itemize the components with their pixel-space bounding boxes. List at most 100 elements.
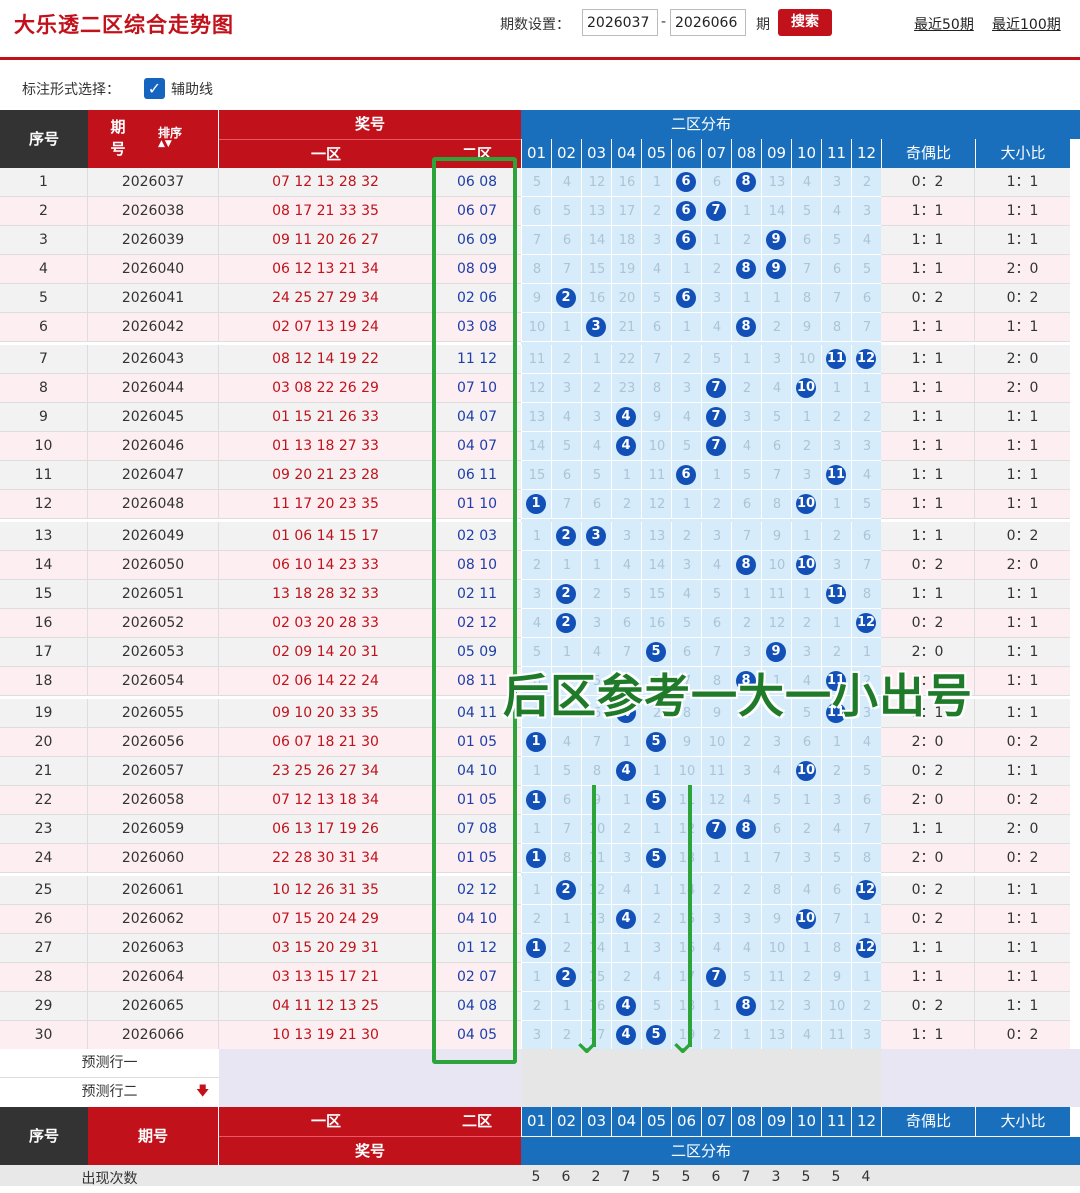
dist-cell: 2 bbox=[521, 551, 551, 580]
dist-cell: 4 bbox=[791, 876, 821, 905]
table-row: 12 2026048 11 17 20 23 35 01 10 1 7 6 2 12 1 2 6 8 10… bbox=[0, 490, 1080, 519]
arrow-head-left-icon: ⌄ bbox=[570, 1017, 604, 1063]
dist-cell: 1 bbox=[701, 461, 731, 490]
miss-count: 13 bbox=[528, 410, 546, 425]
dist-cell: 3 bbox=[731, 757, 761, 786]
dist-cell: 7 bbox=[701, 432, 731, 461]
miss-count: 2 bbox=[712, 1028, 722, 1043]
dist-cell: 1 bbox=[821, 609, 851, 638]
miss-count: 1 bbox=[832, 381, 842, 396]
miss-count: 7 bbox=[592, 735, 602, 750]
row-zone1-numbers: 01 06 14 15 17 bbox=[219, 522, 433, 551]
miss-count: 14 bbox=[588, 941, 606, 956]
miss-count: 4 bbox=[682, 587, 692, 602]
miss-count: 8 bbox=[802, 291, 812, 306]
miss-count: 4 bbox=[862, 735, 872, 750]
footer-dist-col-header: 08 bbox=[731, 1107, 761, 1136]
miss-count: 3 bbox=[682, 381, 692, 396]
miss-count: 8 bbox=[832, 320, 842, 335]
miss-count: 5 bbox=[652, 291, 662, 306]
dist-cell: 1 bbox=[521, 815, 551, 844]
row-seq: 19 bbox=[0, 699, 88, 728]
period-to-input[interactable] bbox=[670, 9, 746, 36]
row-big-small: 1：1 bbox=[975, 313, 1070, 342]
row-period: 2026047 bbox=[88, 461, 219, 490]
odd-even-header: 奇偶比 bbox=[881, 139, 975, 168]
dist-cell: 10 bbox=[791, 905, 821, 934]
aux-line-checkbox[interactable]: ✓ bbox=[144, 78, 165, 99]
miss-count: 21 bbox=[618, 320, 636, 335]
dist-cell: 12 bbox=[581, 168, 611, 197]
row-period: 2026043 bbox=[88, 345, 219, 374]
row-period: 2026064 bbox=[88, 963, 219, 992]
row-odd-even: 1：1 bbox=[881, 815, 975, 844]
dist-cell: 1 bbox=[791, 934, 821, 963]
dist-cell: 1 bbox=[611, 728, 641, 757]
row-zone1-numbers: 08 12 14 19 22 bbox=[219, 345, 433, 374]
dist-cell: 11 bbox=[671, 786, 701, 815]
row-odd-even: 1：1 bbox=[881, 374, 975, 403]
dist-cell: 7 bbox=[581, 728, 611, 757]
dist-cell: 4 bbox=[551, 403, 581, 432]
row-odd-even: 0：2 bbox=[881, 168, 975, 197]
dist-cell: 2 bbox=[791, 963, 821, 992]
dist-cell: 3 bbox=[581, 522, 611, 551]
period-from-input[interactable] bbox=[582, 9, 658, 36]
miss-count: 7 bbox=[862, 822, 872, 837]
dist-cell: 2 bbox=[851, 992, 881, 1021]
dist-cell: 8 bbox=[761, 876, 791, 905]
footer-zone2-header: 二区 bbox=[433, 1107, 521, 1136]
dist-cell: 3 bbox=[701, 905, 731, 934]
miss-count: 9 bbox=[772, 912, 782, 927]
miss-count: 6 bbox=[562, 233, 572, 248]
miss-count: 1 bbox=[652, 175, 662, 190]
table-row: 8 2026044 03 08 22 26 29 07 10 12 3 2 23 8 3 7 2 4 10… bbox=[0, 374, 1080, 403]
miss-count: 9 bbox=[532, 291, 542, 306]
hit-ball: 7 bbox=[706, 407, 726, 427]
table-row: 13 2026049 01 06 14 15 17 02 03 1 2 3 3 13 2 3 7 9 1 2… bbox=[0, 522, 1080, 551]
dist-cell: 2 bbox=[791, 609, 821, 638]
dist-cell: 18 bbox=[611, 226, 641, 255]
arrow-down-icon[interactable]: 🡇 bbox=[196, 1082, 209, 1104]
miss-count: 5 bbox=[862, 764, 872, 779]
dist-cell: 6 bbox=[521, 197, 551, 226]
overlay-annotation: 后区参考一大一小出号 bbox=[503, 669, 973, 723]
footer-dist-col-header: 12 bbox=[851, 1107, 881, 1136]
hit-ball: 3 bbox=[586, 317, 606, 337]
miss-count: 3 bbox=[772, 735, 782, 750]
dist-cell: 1 bbox=[641, 815, 671, 844]
sort-arrows-icon[interactable]: ▲▼ bbox=[158, 139, 172, 149]
dist-cell: 9 bbox=[671, 728, 701, 757]
dist-cell: 6 bbox=[611, 609, 641, 638]
row-odd-even: 0：2 bbox=[881, 551, 975, 580]
dist-cell: 1 bbox=[581, 345, 611, 374]
recent-100-link[interactable]: 最近100期 bbox=[992, 14, 1061, 34]
search-button[interactable]: 搜索 bbox=[778, 9, 832, 36]
dist-cell: 4 bbox=[611, 432, 641, 461]
dist-cell: 9 bbox=[761, 905, 791, 934]
row-period: 2026048 bbox=[88, 490, 219, 519]
miss-count: 1 bbox=[592, 352, 602, 367]
dist-cell: 4 bbox=[611, 403, 641, 432]
row-big-small: 0：2 bbox=[975, 284, 1070, 313]
recent-50-link[interactable]: 最近50期 bbox=[914, 14, 974, 34]
miss-count: 15 bbox=[588, 262, 606, 277]
row-zone1-numbers: 02 03 20 28 33 bbox=[219, 609, 433, 638]
row-big-small: 1：1 bbox=[975, 934, 1070, 963]
dist-cell: 3 bbox=[731, 403, 761, 432]
row-zone1-numbers: 11 17 20 23 35 bbox=[219, 490, 433, 519]
row-zone1-numbers: 03 15 20 29 31 bbox=[219, 934, 433, 963]
row-odd-even: 1：1 bbox=[881, 255, 975, 284]
dist-cell: 11 bbox=[521, 345, 551, 374]
miss-count: 14 bbox=[678, 883, 696, 898]
dist-cell: 1 bbox=[521, 522, 551, 551]
dist-cell: 1 bbox=[521, 757, 551, 786]
row-odd-even: 1：1 bbox=[881, 403, 975, 432]
row-big-small: 1：1 bbox=[975, 609, 1070, 638]
table-row: 7 2026043 08 12 14 19 22 11 12 11 2 1 22 7 2 5 1 3 10… bbox=[0, 345, 1080, 374]
dist-cell: 1 bbox=[521, 876, 551, 905]
hit-ball: 9 bbox=[766, 642, 786, 662]
miss-count: 10 bbox=[648, 439, 666, 454]
hit-ball: 10 bbox=[796, 555, 816, 575]
row-big-small: 2：0 bbox=[975, 551, 1070, 580]
